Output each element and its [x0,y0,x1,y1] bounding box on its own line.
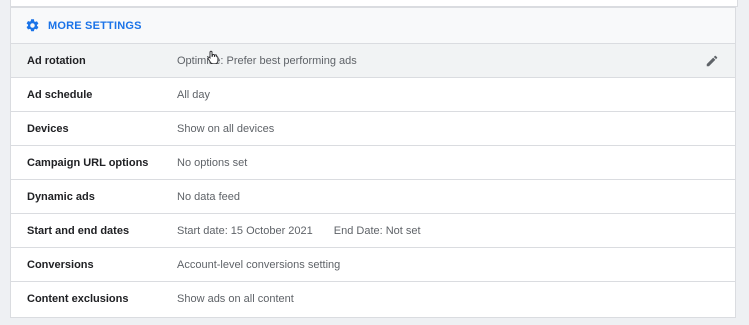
setting-label: Conversions [27,258,94,271]
section-title: MORE SETTINGS [48,19,142,32]
setting-label: Ad schedule [27,88,93,101]
setting-row-dynamic-ads[interactable]: Dynamic ads No data feed [11,180,735,214]
pencil-icon[interactable] [705,54,719,68]
setting-value: Optimise: Prefer best performing ads [177,54,357,67]
setting-value: All day [177,88,211,101]
more-settings-panel: MORE SETTINGS Ad rotation Optimise: Pref… [10,7,736,318]
setting-label: Dynamic ads [27,190,95,203]
more-settings-header[interactable]: MORE SETTINGS [11,8,735,44]
setting-value: No data feed [177,190,240,203]
previous-panel-edge [10,0,738,7]
setting-value: Account-level conversions setting [177,258,341,271]
setting-row-start-end-dates[interactable]: Start and end dates Start date: 15 Octob… [11,214,735,248]
setting-label: Content exclusions [27,293,129,305]
setting-label: Devices [27,122,69,135]
setting-label: Start and end dates [27,224,130,237]
setting-row-content-exclusions[interactable]: Content exclusions Show ads on all conte… [11,282,735,316]
end-date-value: End Date: Not set [333,224,421,237]
setting-row-conversions[interactable]: Conversions Account-level conversions se… [11,248,735,282]
setting-value: No options set [177,156,248,169]
setting-row-devices[interactable]: Devices Show on all devices [11,112,735,146]
setting-value: Show ads on all content [177,293,294,305]
start-date-value: Start date: 15 October 2021 [177,224,313,237]
setting-label: Ad rotation [27,54,86,67]
setting-row-campaign-url-options[interactable]: Campaign URL options No options set [11,146,735,180]
setting-value: Show on all devices [177,122,275,135]
setting-row-ad-rotation[interactable]: Ad rotation Optimise: Prefer best perfor… [11,44,735,78]
setting-row-ad-schedule[interactable]: Ad schedule All day [11,78,735,112]
setting-label: Campaign URL options [27,156,149,169]
setting-value: Start date: 15 October 2021 End Date: Not… [177,225,421,237]
gear-icon [25,18,40,33]
